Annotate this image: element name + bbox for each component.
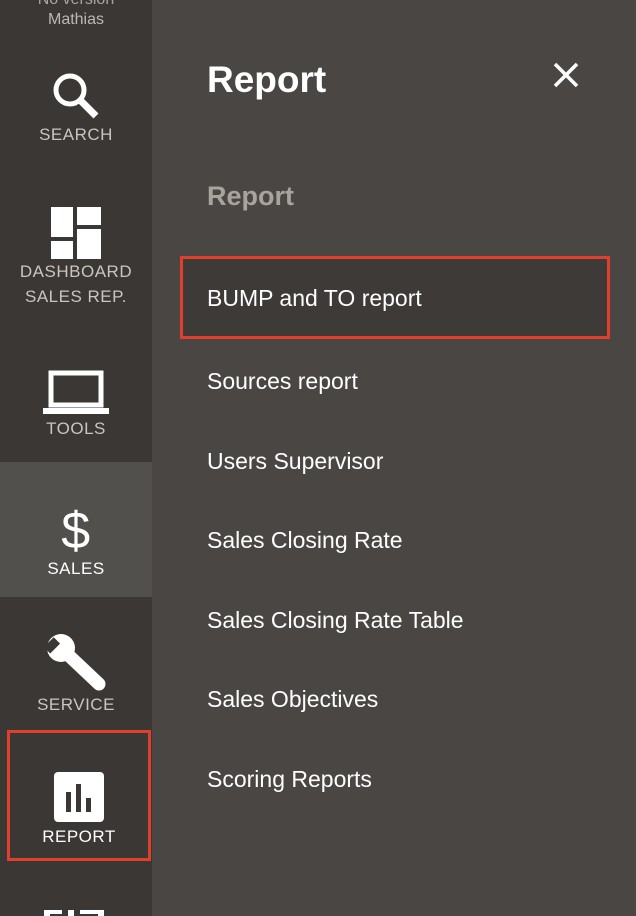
sidebar-item-label: REPORT	[42, 827, 116, 846]
menu-item-sales-closing-rate[interactable]: Sales Closing Rate	[180, 498, 610, 578]
sidebar-item-report[interactable]: REPORT	[7, 730, 151, 861]
sidebar-item-dashboard[interactable]: DASHBOARD SALES REP.	[0, 207, 152, 317]
menu-item-label: Sources report	[207, 368, 358, 394]
version-info: No version Mathias	[0, 0, 152, 30]
version-label: No version	[0, 0, 152, 10]
svg-text:$: $	[61, 504, 90, 556]
dollar-icon: $	[61, 504, 90, 556]
laptop-icon	[43, 370, 109, 414]
sidebar-item-search[interactable]: SEARCH	[0, 70, 152, 170]
sidebar-item-label: TOOLS	[46, 419, 106, 438]
menu-item-label: BUMP and TO report	[207, 285, 422, 311]
bar-chart-icon	[54, 772, 104, 822]
menu-item-sales-objectives[interactable]: Sales Objectives	[180, 657, 610, 737]
menu-item-label: Scoring Reports	[207, 765, 372, 792]
page-title: Report	[207, 59, 327, 100]
search-icon	[53, 73, 99, 119]
user-name: Mathias	[47, 11, 105, 28]
close-icon[interactable]	[549, 58, 583, 92]
menu-item-label: Sales Closing Rate Table	[207, 606, 464, 633]
sidebar-item-tools[interactable]: TOOLS	[0, 370, 152, 460]
sidebar-item-label: SERVICE	[37, 695, 115, 714]
section-header: Report	[207, 181, 294, 211]
sidebar: No version Mathias SEARCH DASHBOARD SALE…	[0, 0, 152, 916]
menu-item-label: Users Supervisor	[207, 447, 384, 474]
menu-item-sources-report[interactable]: Sources report	[180, 339, 610, 419]
sidebar-item-label-2: SALES REP.	[24, 287, 128, 306]
sidebar-item-label: DASHBOARD	[19, 262, 133, 281]
next-nav-icon-partial	[44, 910, 104, 916]
sidebar-item-label: SEARCH	[39, 125, 113, 144]
menu-item-label: Sales Closing Rate	[207, 527, 403, 553]
sidebar-item-label: SALES	[47, 559, 105, 578]
dashboard-icon	[51, 207, 101, 259]
sidebar-item-sales[interactable]: $ SALES	[0, 462, 152, 597]
menu-item-bump-to-report[interactable]: BUMP and TO report	[180, 256, 610, 339]
sidebar-item-service[interactable]: SERVICE	[0, 632, 152, 722]
menu-item-sales-closing-rate-table[interactable]: Sales Closing Rate Table	[180, 578, 610, 658]
menu-item-users-supervisor[interactable]: Users Supervisor	[180, 419, 610, 499]
wrench-icon	[45, 634, 106, 691]
menu-item-label: Sales Objectives	[207, 686, 379, 712]
menu-item-scoring-reports[interactable]: Scoring Reports	[180, 737, 610, 817]
report-menu: BUMP and TO report Sources report Users …	[180, 256, 610, 816]
